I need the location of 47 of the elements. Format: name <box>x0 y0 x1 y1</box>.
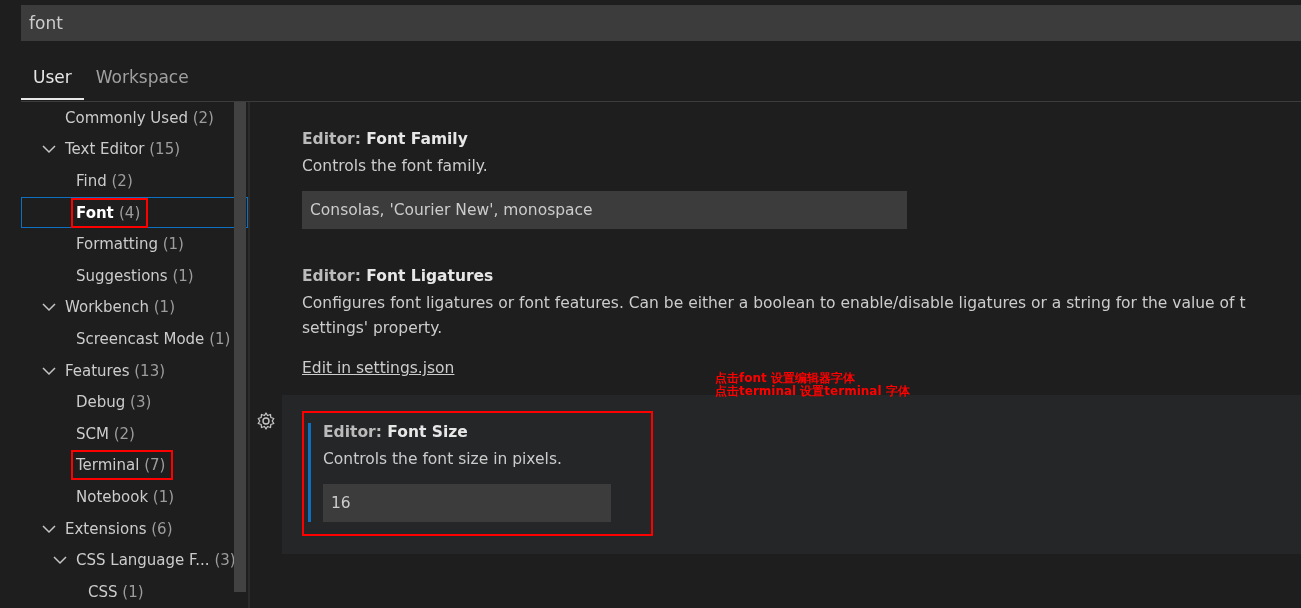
edit-in-settings-link[interactable]: Edit in settings.json <box>302 359 455 377</box>
setting-description: Configures font ligatures or font features. Can be either a boolean to enable/disable ligatures or a string for the value of t settings' property. <box>302 293 1247 339</box>
tree-item[interactable]: Workbench (1) <box>21 291 248 324</box>
tree-item[interactable]: Screencast Mode (1) <box>21 323 248 355</box>
tree-item-label: Formatting (1) <box>75 234 185 256</box>
setting-title: Editor: Font Ligatures <box>302 267 495 285</box>
tree-item[interactable]: Commonly Used (2) <box>21 102 248 134</box>
tree-item[interactable]: Formatting (1) <box>21 228 248 260</box>
tree-item-label: Suggestions (1) <box>75 265 195 287</box>
tree-item[interactable]: Find (2) <box>21 165 248 197</box>
tree-item[interactable]: Notebook (1) <box>21 481 248 513</box>
tree-item-label: Screencast Mode (1) <box>75 328 232 350</box>
setting-title: Editor: Font Family <box>302 130 469 148</box>
tab[interactable]: User <box>21 63 84 100</box>
setting-description: Controls the font family. <box>302 156 489 177</box>
tree-item[interactable]: Extensions (6) <box>21 512 248 545</box>
tree-item[interactable]: Terminal (7) <box>21 449 248 482</box>
tree-item-label: Find (2) <box>75 171 134 192</box>
tree-item-label: Text Editor (15) <box>64 139 182 161</box>
tree-item-label: Commonly Used (2) <box>64 107 215 129</box>
scrollbar[interactable] <box>234 102 246 592</box>
tree-item[interactable]: Debug (3) <box>21 386 248 418</box>
tree-item-label: Extensions (6) <box>64 518 174 540</box>
tree-item-label: Features (13) <box>64 360 167 382</box>
input-field[interactable]: 16 <box>323 484 611 522</box>
tab[interactable]: Workspace <box>83 63 201 100</box>
tree-item[interactable]: CSS Language F... (3) <box>21 544 248 576</box>
tree-item[interactable]: Font (4) <box>21 196 248 229</box>
tree-item-label: Workbench (1) <box>64 297 176 319</box>
annotation-note: 点击font 设置编辑器字体 点击terminal 设置terminal 字体 <box>715 372 910 398</box>
tree-item-label: Notebook (1) <box>75 486 176 508</box>
tree-item[interactable]: Text Editor (15) <box>21 133 248 166</box>
search-field[interactable]: font <box>21 5 1301 41</box>
input-field[interactable]: Consolas, 'Courier New', monospace <box>302 191 907 229</box>
tree-item-label: CSS Language F... (3) <box>75 550 237 572</box>
tree-item-label: SCM (2) <box>75 423 136 445</box>
tree-item[interactable]: Features (13) <box>21 354 248 387</box>
setting-description: Controls the font size in pixels. <box>323 449 563 470</box>
tree-item-label: Debug (3) <box>75 392 153 414</box>
tree-item[interactable]: SCM (2) <box>21 417 248 450</box>
setting-title: Editor: Font Size <box>323 423 469 441</box>
tree-item[interactable]: Suggestions (1) <box>21 259 248 292</box>
tree-item-label: Font (4) <box>71 197 149 228</box>
tree-item-label: Terminal (7) <box>71 450 174 481</box>
tree-item[interactable]: CSS (1) <box>21 575 248 608</box>
settings-gear-icon[interactable] <box>256 411 276 431</box>
tree-item-label: CSS (1) <box>87 581 145 603</box>
